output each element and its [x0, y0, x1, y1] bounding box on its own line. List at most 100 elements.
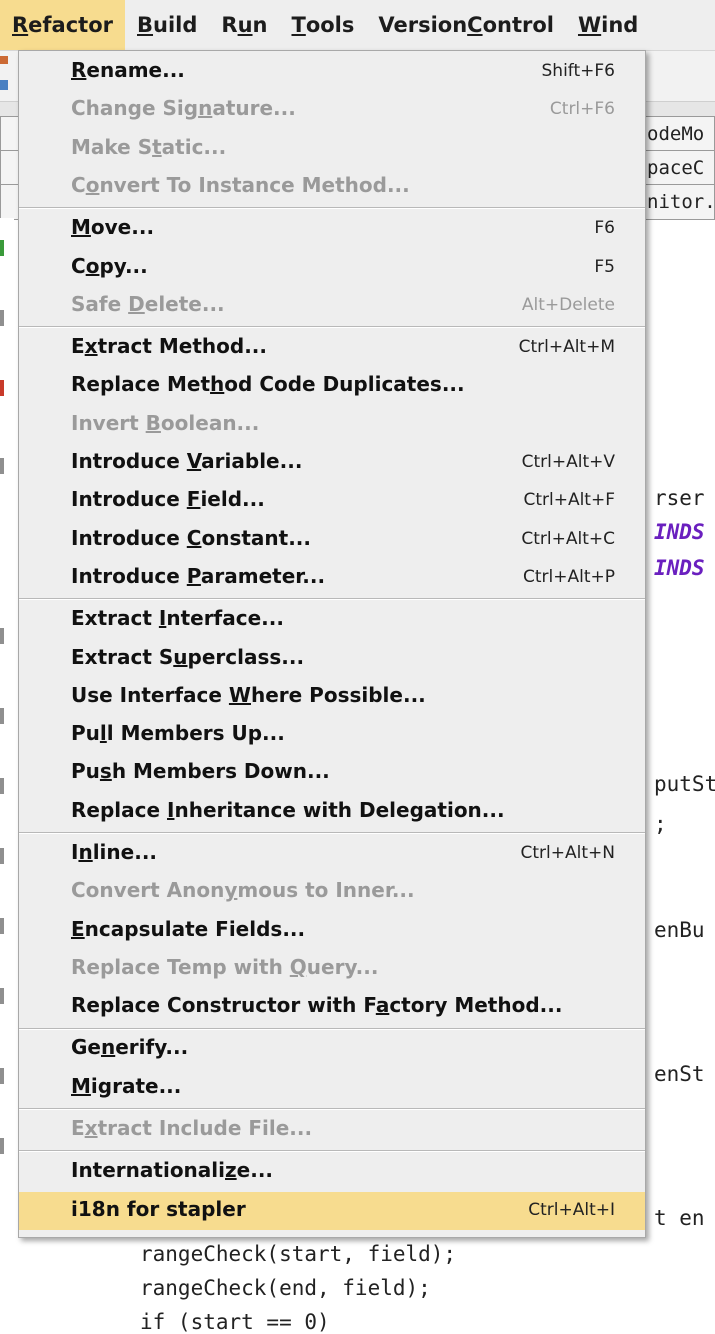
menu-item-label: Replace Inheritance with Delegation... — [71, 798, 505, 822]
toolbar-icon-2[interactable] — [0, 80, 8, 90]
gutter-marker — [0, 240, 4, 256]
menu-item-text: Replace Constructor with F — [71, 993, 376, 1017]
menu-vc-post: ontrol — [482, 13, 554, 37]
menu-item[interactable]: Invert Boolean... — [19, 406, 645, 444]
code-fragment: enSt — [654, 1062, 705, 1086]
menu-item[interactable]: Generify... — [19, 1030, 645, 1068]
menu-item[interactable]: Introduce Parameter... Ctrl+Alt+P — [19, 559, 645, 597]
menu-item-mnemonic: M — [71, 1074, 91, 1098]
menu-item-text: ariable... — [201, 449, 303, 473]
menu-item[interactable]: i18n for stapler Ctrl+Alt+I — [19, 1192, 645, 1230]
menu-item-text: Convert Anon — [71, 878, 225, 902]
menu-item-label: Extract Method... — [71, 334, 267, 358]
menu-item[interactable]: Introduce Constant... Ctrl+Alt+C — [19, 521, 645, 559]
menu-build[interactable]: Build — [125, 0, 209, 50]
menu-item-text: tract Include File... — [97, 1116, 313, 1140]
menu-item-mnemonic: z — [225, 1158, 237, 1182]
menu-item[interactable]: Rename... Shift+F6 — [19, 53, 645, 91]
menu-item-label: Migrate... — [71, 1074, 181, 1098]
menu-item-text: uery... — [306, 955, 379, 979]
menu-item-mnemonic: s — [99, 759, 112, 783]
menu-item[interactable]: Safe Delete... Alt+Delete — [19, 287, 645, 325]
menu-item[interactable]: Copy... F5 — [19, 249, 645, 287]
menu-item-label: Introduce Constant... — [71, 526, 311, 550]
menu-item-shortcut: Ctrl+F6 — [549, 99, 615, 119]
menu-item-label: Make Static... — [71, 135, 226, 159]
menu-item-text: Invert — [71, 411, 146, 435]
menu-bar: Refactor Build Run Tools Version Control… — [0, 0, 715, 51]
menu-item-label: Move... — [71, 215, 154, 239]
menu-item[interactable]: Change Signature... Ctrl+F6 — [19, 91, 645, 129]
menu-item-shortcut: Alt+Delete — [521, 295, 615, 315]
menu-item-text: nterface... — [166, 606, 284, 630]
menu-item-text: py... — [99, 254, 148, 278]
menu-item-text: ield... — [200, 487, 265, 511]
menu-item[interactable]: Convert Anonymous to Inner... — [19, 873, 645, 911]
gutter-marker — [0, 918, 4, 934]
menu-item-mnemonic: D — [128, 292, 145, 316]
menu-item[interactable]: Replace Method Code Duplicates... — [19, 367, 645, 405]
menu-item-mnemonic: C — [186, 526, 202, 550]
menu-run-post: n — [252, 13, 268, 37]
menu-item[interactable]: Replace Constructor with Factory Method.… — [19, 988, 645, 1026]
menu-item-shortcut: Ctrl+Alt+F — [523, 490, 615, 510]
menu-item[interactable]: Make Static... — [19, 130, 645, 168]
toolbar-icon-1[interactable] — [0, 56, 8, 64]
menu-item-text: igrate... — [90, 1074, 182, 1098]
menu-item-text: ove... — [90, 215, 155, 239]
gutter-marker — [0, 310, 4, 326]
menu-item[interactable]: Inline... Ctrl+Alt+N — [19, 835, 645, 873]
menu-item-text: Replace Temp with — [71, 955, 290, 979]
menu-item[interactable]: Extract Include File... — [19, 1111, 645, 1149]
menu-item[interactable]: Pull Members Up... — [19, 716, 645, 754]
menu-item-text: C — [71, 173, 86, 197]
menu-item-label: Replace Temp with Query... — [71, 955, 378, 979]
menu-item-mnemonic: y — [224, 878, 238, 902]
menu-item[interactable]: Encapsulate Fields... — [19, 912, 645, 950]
menu-item-text: C — [71, 254, 86, 278]
menu-item-text: here Possible... — [250, 683, 426, 707]
menu-item[interactable]: Introduce Variable... Ctrl+Alt+V — [19, 444, 645, 482]
menu-item-label: Extract Include File... — [71, 1116, 312, 1140]
menu-item[interactable]: Convert To Instance Method... — [19, 168, 645, 206]
menu-item-text: nheritance with Delegation... — [174, 798, 505, 822]
menu-item-mnemonic: B — [145, 411, 161, 435]
menu-refactor[interactable]: Refactor — [0, 0, 125, 50]
menu-run-pre: R — [221, 13, 238, 37]
menu-build-mnemonic: B — [137, 13, 154, 37]
menu-item-label: Internationalize... — [71, 1158, 273, 1182]
menu-item[interactable]: Move... F6 — [19, 210, 645, 248]
menu-window[interactable]: Wind — [566, 0, 650, 50]
menu-item-text: ncapsulate Fields... — [84, 917, 306, 941]
menu-item[interactable]: Replace Temp with Query... — [19, 950, 645, 988]
menu-item-mnemonic: V — [186, 449, 202, 473]
menu-run[interactable]: Run — [209, 0, 279, 50]
menu-item-text: oolean... — [160, 411, 260, 435]
menu-tools[interactable]: Tools — [279, 0, 366, 50]
menu-item[interactable]: Extract Superclass... — [19, 640, 645, 678]
menu-item-mnemonic: o — [85, 173, 100, 197]
editor-tab-label: nitor.ja — [647, 191, 715, 213]
menu-item[interactable]: Extract Method... Ctrl+Alt+M — [19, 329, 645, 367]
menu-item-text: l Members Up... — [106, 721, 285, 745]
menu-item-text: h Members Down... — [111, 759, 330, 783]
menu-item-label: i18n for stapler — [71, 1197, 246, 1221]
menu-item[interactable]: Internationalize... — [19, 1153, 645, 1191]
menu-item[interactable]: Replace Inheritance with Delegation... — [19, 793, 645, 831]
menu-item[interactable]: Migrate... — [19, 1069, 645, 1107]
menu-item[interactable]: Introduce Field... Ctrl+Alt+F — [19, 482, 645, 520]
menu-item[interactable]: Use Interface Where Possible... — [19, 678, 645, 716]
menu-item-text: perclass... — [187, 645, 305, 669]
code-fragment: INDS — [654, 556, 705, 580]
menu-tools-mnemonic: T — [291, 13, 306, 37]
menu-window-mnemonic: W — [577, 13, 602, 37]
menu-item-shortcut: Shift+F6 — [541, 61, 615, 81]
gutter-marker — [0, 848, 4, 864]
refactor-dropdown-menu: Rename... Shift+F6 Change Signature... Ctrl… — [18, 50, 646, 1238]
menu-item[interactable]: Push Members Down... — [19, 754, 645, 792]
menu-item-label: Replace Constructor with Factory Method.… — [71, 993, 562, 1017]
menu-version-control[interactable]: Version Control — [366, 0, 566, 50]
menu-item-label: Replace Method Code Duplicates... — [71, 372, 465, 396]
menu-item[interactable]: Extract Interface... — [19, 601, 645, 639]
menu-item-shortcut: Ctrl+Alt+M — [518, 337, 615, 357]
